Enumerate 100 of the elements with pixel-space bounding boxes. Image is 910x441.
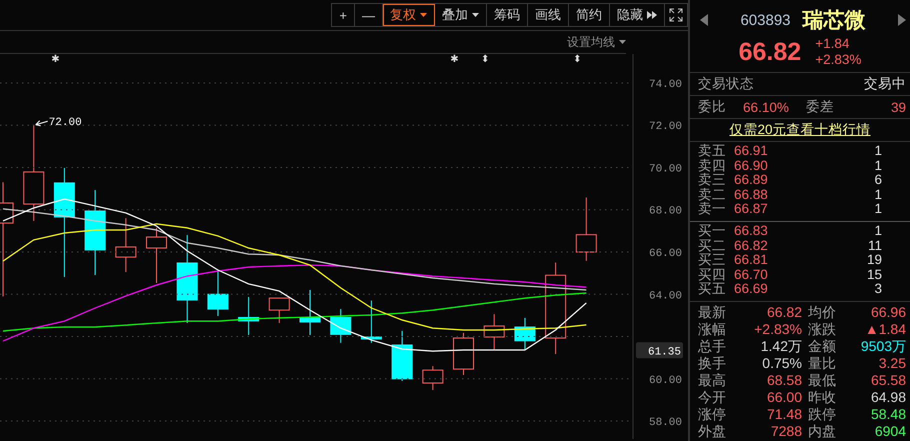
status-label: 交易状态 <box>698 75 754 93</box>
stat-label: 总手 <box>698 338 727 355</box>
candlestick <box>422 366 444 390</box>
order-volume: 19 <box>866 253 882 268</box>
order-price: 66.83 <box>734 224 769 239</box>
order-price: 66.70 <box>734 268 769 282</box>
stat-value: 6904 <box>874 422 906 440</box>
fullscreen-icon <box>669 8 683 22</box>
order-level-label: 买三 <box>698 253 727 268</box>
stat-label: 最低 <box>807 372 837 389</box>
stat-label: 金额 <box>807 338 837 355</box>
axis-label: 66.00 <box>648 248 682 260</box>
candlestick <box>484 314 505 351</box>
order-level-label: 买二 <box>698 238 727 254</box>
toolbar-button[interactable]: + <box>332 4 355 26</box>
order-price: 66.87 <box>734 202 769 217</box>
axis-label: 70.00 <box>648 163 682 176</box>
order-volume: 1 <box>873 224 882 239</box>
candlestick <box>146 227 167 284</box>
order-price: 66.91 <box>734 144 769 159</box>
order-volume: 15 <box>866 268 882 282</box>
order-level-label: 卖四 <box>698 158 727 173</box>
toolbar-button[interactable]: 复权 <box>383 4 435 26</box>
candlestick <box>392 330 413 382</box>
double-arrow-icon <box>647 11 657 19</box>
stat-value: 66.96 <box>870 304 906 321</box>
previous-icon[interactable] <box>700 14 708 26</box>
candlestick <box>576 196 597 262</box>
stat-value: 71.48 <box>766 406 802 423</box>
stat-value: ▲1.84 <box>864 320 906 338</box>
order-volume: 1 <box>873 158 882 174</box>
stat-label: 涨停 <box>698 406 727 423</box>
stat-value: 7288 <box>770 422 802 440</box>
toolbar-button[interactable]: 筹码 <box>487 4 528 26</box>
order-level-label: 卖二 <box>698 188 727 202</box>
order-price: 66.90 <box>734 158 769 174</box>
leader-line <box>35 120 48 126</box>
toolbar-button[interactable]: — <box>355 4 383 26</box>
stat-label: 跌停 <box>807 406 837 423</box>
next-icon[interactable] <box>898 14 906 26</box>
candlestick <box>115 218 136 273</box>
stat-value: 66.82 <box>766 304 802 321</box>
order-price: 66.81 <box>734 253 769 268</box>
stat-value: 58.48 <box>870 406 906 423</box>
stat-value: 66.00 <box>766 388 802 406</box>
order-price: 66.82 <box>734 238 769 254</box>
axis-label: 60.00 <box>648 374 682 387</box>
stat-value: 3.25 <box>878 354 906 372</box>
order-price: 66.89 <box>734 173 769 188</box>
stock-name: 瑞芯微 <box>802 8 866 34</box>
order-price: 66.69 <box>734 282 769 297</box>
toolbar-button[interactable]: 简约 <box>569 4 610 26</box>
event-marker: ⬍ <box>573 54 582 65</box>
stat-value: +2.83% <box>753 320 802 338</box>
candlestick <box>360 300 382 344</box>
stat-label: 内盘 <box>807 422 837 440</box>
order-level-label: 买四 <box>698 268 727 282</box>
caret-icon <box>420 13 427 17</box>
event-marker: ✱ <box>450 54 459 65</box>
price-change: +1.84 <box>815 36 850 52</box>
toolbar-button[interactable]: 隐藏 <box>610 4 665 26</box>
axis-label: 58.00 <box>648 417 682 430</box>
event-marker: ⬍ <box>481 54 490 65</box>
upgrade-link[interactable]: 仅需20元查看十档行情 <box>729 121 871 139</box>
candlestick <box>300 290 320 336</box>
stat-value: 64.98 <box>870 388 906 406</box>
candlestick <box>514 317 536 351</box>
candlestick <box>238 296 260 336</box>
stat-label: 涨跌 <box>807 320 837 338</box>
ma-settings-dropdown[interactable]: 设置均线 <box>567 34 626 50</box>
annotation-label: 72.00 <box>48 117 82 130</box>
stat-label: 今开 <box>698 388 727 406</box>
stat-value: 0.75% <box>761 354 802 372</box>
order-level-label: 买五 <box>698 282 727 297</box>
stat-label: 最高 <box>698 372 727 389</box>
change-percent: +2.83% <box>815 52 862 68</box>
stat-label: 涨幅 <box>698 320 727 338</box>
stat-label: 均价 <box>807 304 837 321</box>
order-volume: 1 <box>873 188 882 202</box>
stat-label: 昨收 <box>807 388 837 406</box>
order-level-label: 卖一 <box>698 202 727 217</box>
stat-label: 换手 <box>698 354 727 372</box>
stat-value: 68.58 <box>766 372 802 389</box>
order-level-label: 卖三 <box>698 173 727 188</box>
order-level-label: 卖五 <box>698 144 727 159</box>
stat-label: 外盘 <box>698 422 727 440</box>
candlestick <box>453 332 474 376</box>
candlestick <box>268 298 290 324</box>
order-volume: 11 <box>866 238 882 254</box>
toolbar-button[interactable]: 画线 <box>528 4 569 26</box>
stock-code: 603893 <box>740 12 791 28</box>
order-volume: 6 <box>873 173 882 188</box>
axis-label: 72.00 <box>648 121 682 134</box>
caret-icon <box>472 13 479 17</box>
order-volume: 3 <box>873 282 882 297</box>
order-level-label: 买一 <box>698 224 727 239</box>
stat-label: 量比 <box>807 354 837 372</box>
stat-value: 1.42万 <box>760 338 802 355</box>
order-price: 66.88 <box>734 188 769 202</box>
toolbar-button[interactable]: 叠加 <box>435 4 487 26</box>
